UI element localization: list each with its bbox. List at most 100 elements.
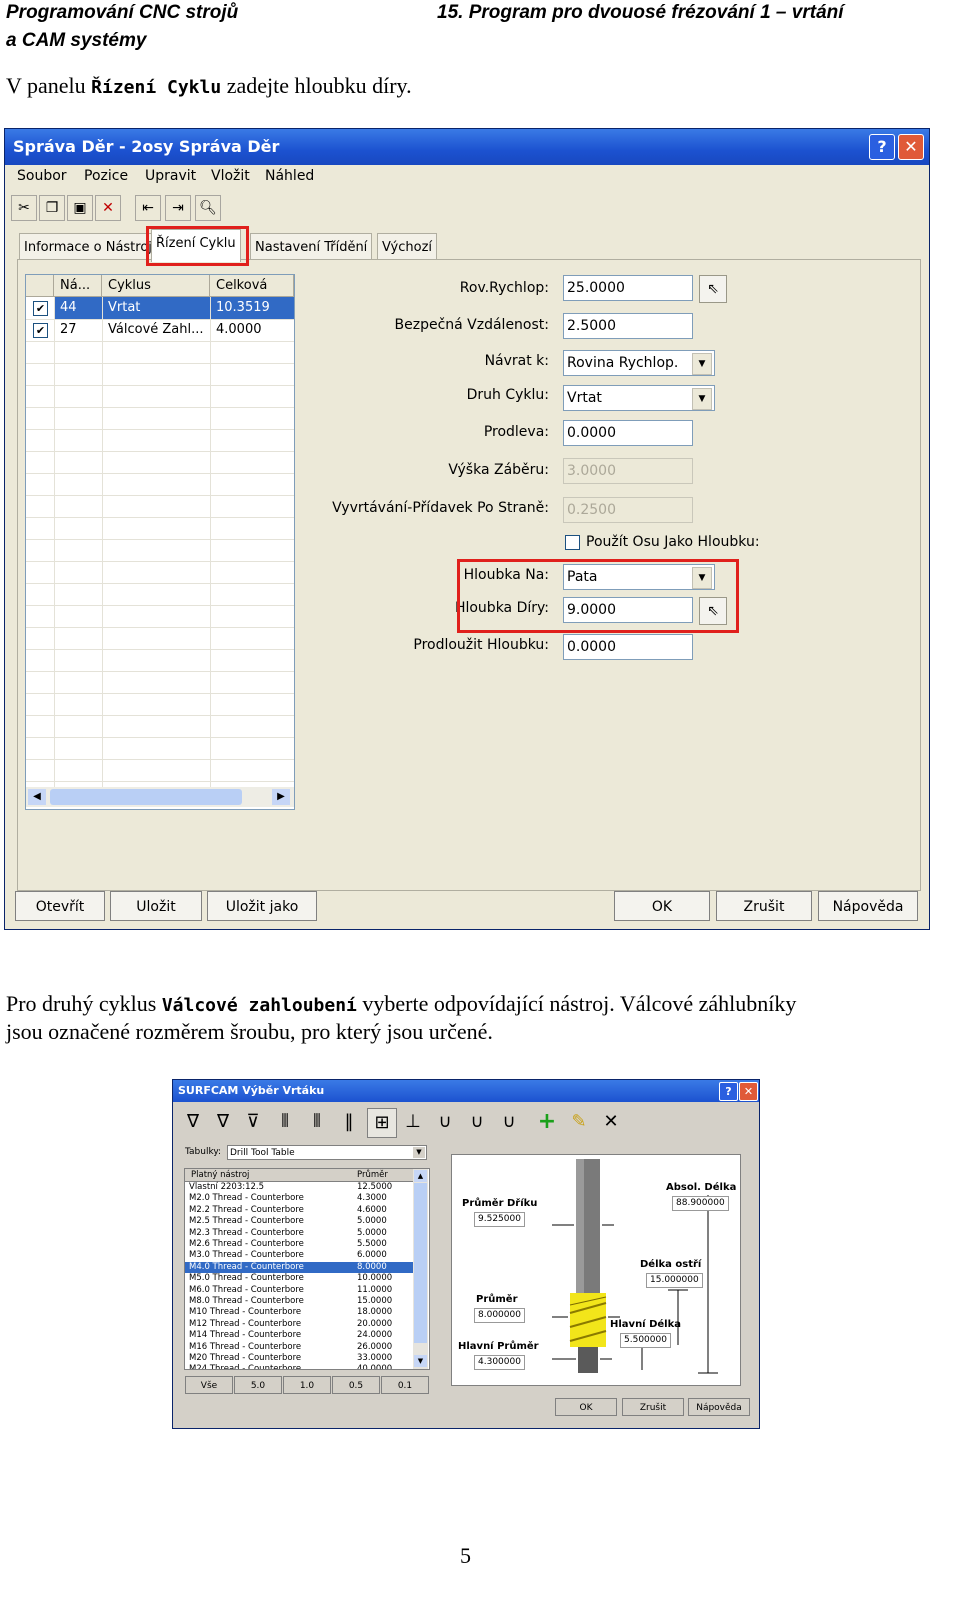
cancel-button[interactable]: Zrušit bbox=[716, 891, 812, 921]
menu-bar: Soubor Pozice Upravit Vložit Náhled bbox=[5, 165, 929, 189]
list-header-tool[interactable]: Platný nástroj bbox=[191, 1169, 249, 1181]
list-item[interactable]: M3.0 Thread - Counterbore 6.0000 bbox=[185, 1250, 413, 1261]
list-item[interactable]: M8.0 Thread - Counterbore 15.0000 bbox=[185, 1296, 413, 1307]
open-button[interactable]: Otevřít bbox=[15, 891, 105, 921]
pick-cursor-icon[interactable]: ⇖ bbox=[699, 275, 727, 303]
ok-button[interactable]: OK bbox=[555, 1398, 617, 1416]
scroll-left-icon[interactable]: ◀ bbox=[28, 789, 46, 805]
list-item[interactable]: M14 Thread - Counterbore 24.0000 bbox=[185, 1330, 413, 1341]
close-icon[interactable]: ✕ bbox=[739, 1082, 758, 1101]
move-down-icon[interactable]: ⇥ bbox=[165, 195, 191, 221]
help-icon[interactable]: ? bbox=[719, 1082, 738, 1101]
paste-icon[interactable]: ▣ bbox=[67, 195, 93, 221]
drill-type-icon[interactable]: ∪ bbox=[463, 1108, 491, 1136]
drill-type-icon[interactable]: ‖ bbox=[335, 1108, 363, 1136]
filter-button[interactable]: 1.0 bbox=[283, 1376, 331, 1394]
tool-name: M6.0 Thread - Counterbore bbox=[189, 1284, 304, 1295]
rov-rychlop-input[interactable]: 25.0000 bbox=[563, 275, 693, 301]
tool-name: M5.0 Thread - Counterbore bbox=[189, 1273, 304, 1284]
row-checkbox[interactable]: ✔ bbox=[33, 301, 48, 316]
move-up-icon[interactable]: ⇤ bbox=[135, 195, 161, 221]
tab-tool-info[interactable]: Informace o Nástroji bbox=[19, 233, 161, 262]
filter-all-button[interactable]: Vše bbox=[185, 1376, 233, 1394]
copy-icon[interactable]: ❐ bbox=[39, 195, 65, 221]
filter-button[interactable]: 0.5 bbox=[332, 1376, 380, 1394]
drill-type-icon[interactable]: ⊥ bbox=[399, 1108, 427, 1136]
intro-text: V panelu bbox=[6, 73, 92, 98]
list-item[interactable]: M2.2 Thread - Counterbore 4.6000 bbox=[185, 1205, 413, 1216]
tool-diameter: 5.5000 bbox=[357, 1239, 387, 1249]
navrat-select[interactable]: Rovina Rychlop. ▼ bbox=[563, 350, 715, 376]
tool-diameter: 18.0000 bbox=[357, 1307, 393, 1318]
ok-button[interactable]: OK bbox=[614, 891, 710, 921]
drill-type-icon[interactable]: ⦀ bbox=[303, 1108, 331, 1136]
cut-icon[interactable]: ✂ bbox=[11, 195, 37, 221]
drill-type-icon[interactable]: ⫴ bbox=[271, 1108, 299, 1136]
menu-vlozit[interactable]: Vložit bbox=[211, 168, 250, 184]
rov-rychlop-label: Rov.Rychlop: bbox=[459, 280, 549, 296]
row-checkbox[interactable]: ✔ bbox=[33, 323, 48, 338]
menu-upravit[interactable]: Upravit bbox=[145, 168, 196, 184]
tab-sort-settings[interactable]: Nastavení Třídění bbox=[250, 233, 373, 262]
list-item[interactable]: M24 Thread - Counterbore 40.0000 bbox=[185, 1364, 413, 1369]
close-icon[interactable]: ✕ bbox=[898, 134, 924, 160]
shank-diameter-label: Průměr Dříku bbox=[462, 1198, 538, 1209]
drill-type-icon[interactable]: ∪ bbox=[495, 1108, 523, 1136]
list-item[interactable]: M4.0 Thread - Counterbore 8.0000 bbox=[185, 1261, 413, 1274]
scroll-thumb[interactable] bbox=[50, 789, 242, 805]
chevron-down-icon[interactable]: ▼ bbox=[692, 353, 712, 375]
list-item[interactable]: M6.0 Thread - Counterbore 11.0000 bbox=[185, 1285, 413, 1296]
edit-icon[interactable]: ✎ bbox=[565, 1108, 593, 1136]
chevron-down-icon[interactable]: ▼ bbox=[413, 1147, 425, 1158]
list-item[interactable]: M20 Thread - Counterbore 33.0000 bbox=[185, 1353, 413, 1364]
row-cycle: Vrtat bbox=[108, 300, 141, 315]
druh-select[interactable]: Vrtat ▼ bbox=[563, 385, 715, 411]
horizontal-scrollbar[interactable]: ◀ ▶ bbox=[26, 787, 294, 807]
grid-header-depth[interactable]: Celková Hlou bbox=[210, 275, 294, 315]
list-item[interactable]: M5.0 Thread - Counterbore 10.0000 bbox=[185, 1273, 413, 1284]
menu-soubor[interactable]: Soubor bbox=[17, 168, 67, 184]
vertical-scrollbar[interactable]: ▲ ▼ bbox=[413, 1169, 428, 1369]
list-item[interactable]: M2.5 Thread - Counterbore 5.0000 bbox=[185, 1216, 413, 1227]
list-item[interactable]: M2.6 Thread - Counterbore 5.5000 bbox=[185, 1239, 413, 1250]
help-button[interactable]: Nápověda bbox=[688, 1398, 750, 1416]
scroll-up-icon[interactable]: ▲ bbox=[414, 1170, 427, 1182]
scroll-right-icon[interactable]: ▶ bbox=[272, 789, 290, 805]
filter-button[interactable]: 0.1 bbox=[381, 1376, 429, 1394]
use-axis-checkbox[interactable] bbox=[565, 535, 580, 550]
add-icon[interactable]: + bbox=[533, 1108, 561, 1136]
drill-type-icon[interactable]: ∪ bbox=[431, 1108, 459, 1136]
prodleva-input[interactable]: 0.0000 bbox=[563, 420, 693, 446]
grid-header-num[interactable]: Ná... bbox=[54, 275, 102, 297]
help-icon[interactable]: ? bbox=[869, 134, 895, 160]
scroll-down-icon[interactable]: ▼ bbox=[414, 1355, 427, 1367]
counterbore-icon[interactable]: ⊞ bbox=[367, 1108, 397, 1138]
delete-icon[interactable]: ✕ bbox=[597, 1108, 625, 1136]
list-item[interactable]: M2.0 Thread - Counterbore 4.3000 bbox=[185, 1193, 413, 1204]
list-header-diameter[interactable]: Průměr bbox=[357, 1169, 388, 1181]
drill-type-icon[interactable]: ⊽ bbox=[239, 1108, 267, 1136]
tab-defaults[interactable]: Výchozí bbox=[377, 233, 438, 262]
list-item[interactable]: M16 Thread - Counterbore 26.0000 bbox=[185, 1342, 413, 1353]
tables-select[interactable]: Drill Tool Table ▼ bbox=[227, 1145, 427, 1160]
grid-header-cycle[interactable]: Cyklus bbox=[102, 275, 210, 297]
menu-nahled[interactable]: Náhled bbox=[265, 168, 314, 184]
list-item[interactable]: Vlastní 2203:12.5 12.5000 bbox=[185, 1182, 413, 1193]
delete-icon[interactable]: ✕ bbox=[95, 195, 121, 221]
drill-type-icon[interactable]: ∇ bbox=[179, 1108, 207, 1136]
menu-pozice[interactable]: Pozice bbox=[84, 168, 128, 184]
chevron-down-icon[interactable]: ▼ bbox=[692, 388, 712, 410]
drill-type-icon[interactable]: ∇ bbox=[209, 1108, 237, 1136]
save-button[interactable]: Uložit bbox=[110, 891, 202, 921]
preview-icon[interactable]: 🔍︎ bbox=[195, 195, 221, 221]
help-button[interactable]: Nápověda bbox=[818, 891, 918, 921]
list-item[interactable]: M10 Thread - Counterbore 18.0000 bbox=[185, 1307, 413, 1318]
save-as-button[interactable]: Uložit jako bbox=[207, 891, 317, 921]
list-item[interactable]: M2.3 Thread - Counterbore 5.0000 bbox=[185, 1228, 413, 1239]
filter-button[interactable]: 5.0 bbox=[234, 1376, 282, 1394]
bezpecna-input[interactable]: 2.5000 bbox=[563, 313, 693, 339]
cancel-button[interactable]: Zrušit bbox=[622, 1398, 684, 1416]
scroll-thumb[interactable] bbox=[414, 1183, 427, 1343]
list-item[interactable]: M12 Thread - Counterbore 20.0000 bbox=[185, 1319, 413, 1330]
prodlouzit-input[interactable]: 0.0000 bbox=[563, 634, 693, 660]
